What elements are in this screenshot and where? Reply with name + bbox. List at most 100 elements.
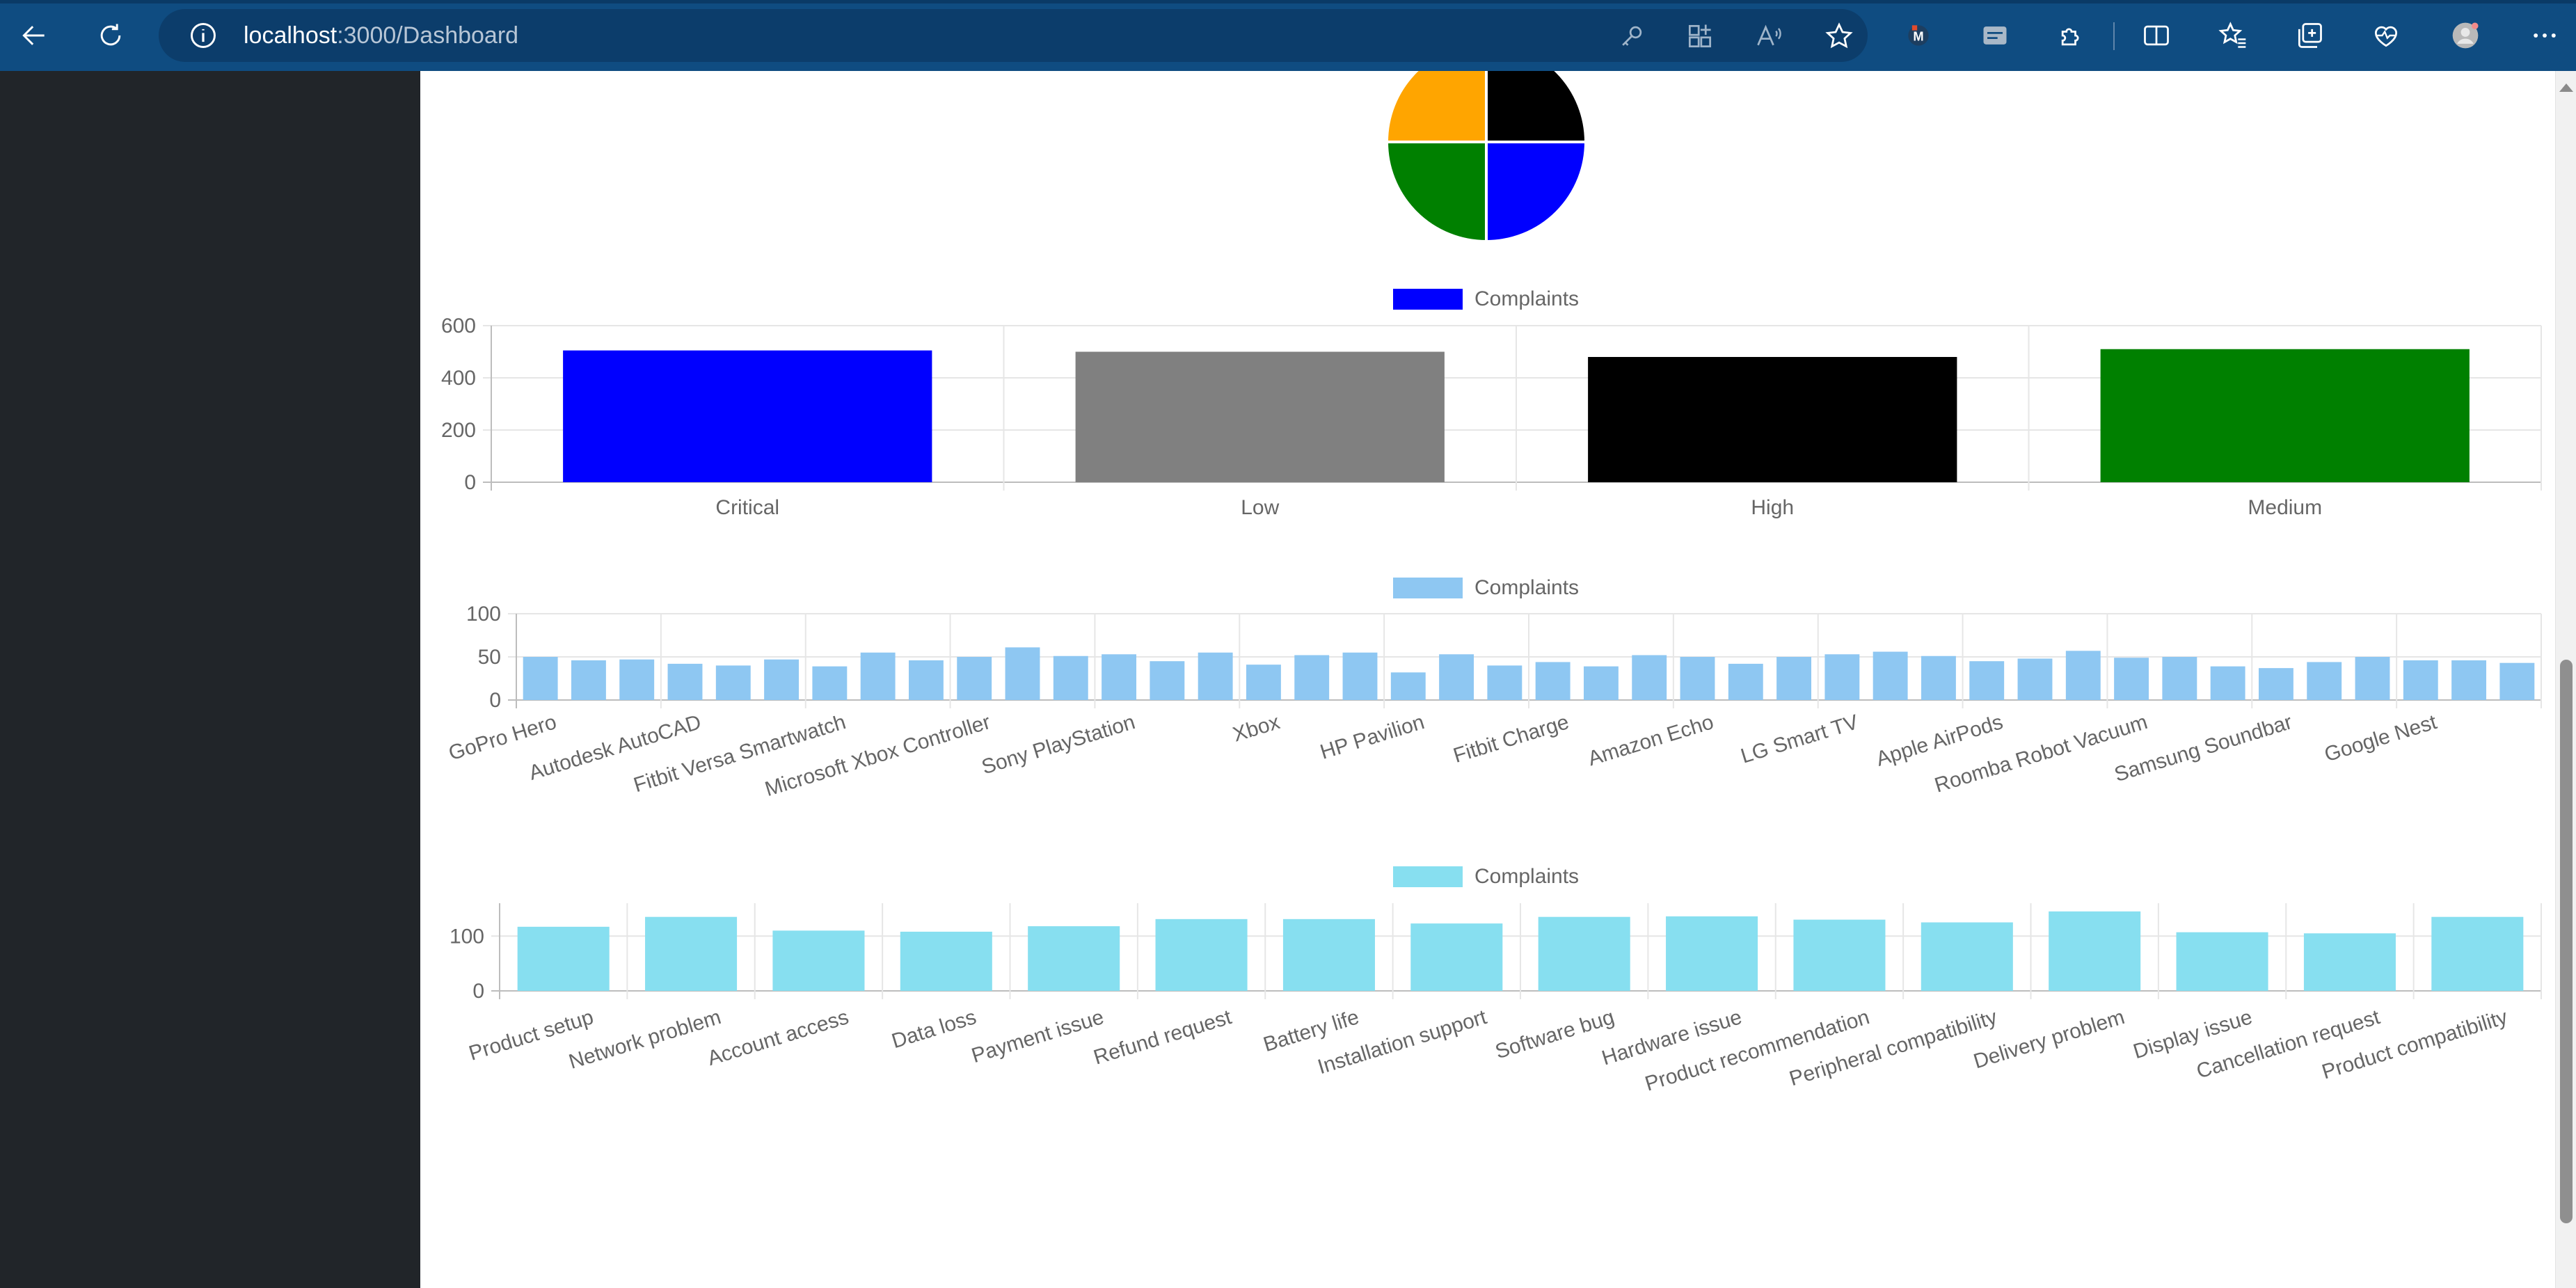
bar [1538,916,1630,991]
bar [2049,911,2141,991]
bar [2451,660,2487,700]
address-bar[interactable]: localhost:3000/Dashboard [159,9,1868,62]
health-icon [2374,26,2398,47]
x-tick-label: High [1751,496,1794,519]
bar [1439,654,1474,700]
priority-bar-chart: Complaints 0 200 400 600 Critical Low High Mediu… [441,287,2542,519]
favorite-star-icon[interactable] [1824,21,1854,51]
extension-card-icon [1983,26,2007,45]
bar [1246,665,1281,700]
favorites-button[interactable] [2211,14,2255,57]
bar [2017,658,2053,700]
favorites-icon [2218,22,2246,48]
x-tick-label: Xbox [1230,710,1282,747]
extension-m-icon: M [1908,25,1929,46]
bar [812,666,848,700]
pie-chart [1385,71,1588,244]
key-icon[interactable] [1616,21,1647,51]
x-tick-label: Medium [2248,496,2322,519]
extension-m-button[interactable]: M [1897,14,1940,57]
bar [1150,661,1185,700]
pie-slice [1485,71,1588,143]
pie-slice [1385,71,1488,143]
bar [2303,933,2396,991]
y-tick-label: 100 [450,925,484,948]
bar [1342,652,1378,700]
legend-label: Complaints [1474,287,1579,310]
bar [1728,663,1763,700]
bar [1873,651,1908,700]
bar [2355,657,2390,700]
x-tick-label: HP Pavilion [1317,710,1426,764]
scroll-up-arrow[interactable] [2559,84,2573,92]
svg-text:M: M [1913,29,1923,43]
x-tick-label: Sony PlayStation [979,710,1138,779]
collections-icon [2298,23,2322,48]
info-icon[interactable] [188,20,218,51]
x-tick-label: Data loss [889,1005,979,1053]
bar [2162,657,2197,700]
y-tick-label: 0 [464,471,476,494]
bar [1053,655,1088,700]
bar [563,350,932,482]
legend-label: Complaints [1474,576,1579,599]
bar [957,657,992,700]
url-text[interactable]: localhost:3000/Dashboard [244,22,518,49]
x-tick-label: Account access [705,1005,852,1070]
split-screen-button[interactable] [2135,14,2178,57]
y-tick-label: 200 [441,419,476,442]
x-tick-label: Software bug [1493,1005,1617,1063]
bar [1666,916,1758,991]
x-tick-label: Refund request [1091,1005,1234,1070]
browser-toolbar: localhost:3000/Dashboard M [0,0,2576,71]
bar [772,930,865,991]
dashboard-charts: Complaints 0 200 400 600 Critical Low High Mediu… [441,71,2542,1096]
more-icon [2534,33,2556,38]
sidebar [0,71,420,1288]
bar [2403,660,2438,700]
bar [571,660,606,700]
url-path: :3000/Dashboard [337,22,519,49]
bar [2307,662,2342,700]
product-bar-chart: Complaints050100GoPro HeroAutodesk AutoC… [446,576,2542,801]
scroll-thumb[interactable] [2560,660,2573,1223]
bar [1793,919,1886,991]
bar [1282,919,1375,991]
bar [1583,666,1619,700]
page-scrollbar[interactable] [2555,71,2576,1288]
profile-button[interactable] [2444,14,2487,57]
bar [2114,658,2149,700]
bar [764,659,800,700]
pie-slice [1485,141,1588,244]
more-button[interactable] [2523,14,2566,57]
legend-swatch [1393,289,1463,310]
bar [2065,651,2101,700]
bar [1028,926,1120,991]
extensions-button[interactable] [2050,14,2093,57]
bar [1075,351,1445,482]
bar [517,926,610,991]
x-tick-label: Fitbit Charge [1451,710,1572,768]
back-button[interactable] [13,14,56,57]
bar [2258,668,2293,700]
read-aloud-icon[interactable] [1754,21,1785,51]
legend-swatch [1393,578,1463,598]
legend-swatch [1393,866,1463,887]
bar [523,657,558,700]
apps-icon[interactable] [1685,21,1715,51]
bar [860,652,896,700]
bar [1632,655,1667,700]
bar [908,660,944,700]
health-button[interactable] [2364,14,2408,57]
y-tick-label: 400 [441,367,476,390]
bar [2499,662,2535,700]
collections-button[interactable] [2288,14,2331,57]
x-tick-label: Peripheral compatibility [1787,1005,2000,1090]
refresh-icon [100,24,121,46]
issue-type-bar-chart: Complaints0100Product setupNetwork probl… [450,865,2542,1096]
extension-card-button[interactable] [1973,14,2017,57]
refresh-button[interactable] [89,14,132,57]
bar [1824,654,1860,700]
bar [1005,647,1040,700]
x-tick-label: LG Smart TV [1738,710,1861,768]
